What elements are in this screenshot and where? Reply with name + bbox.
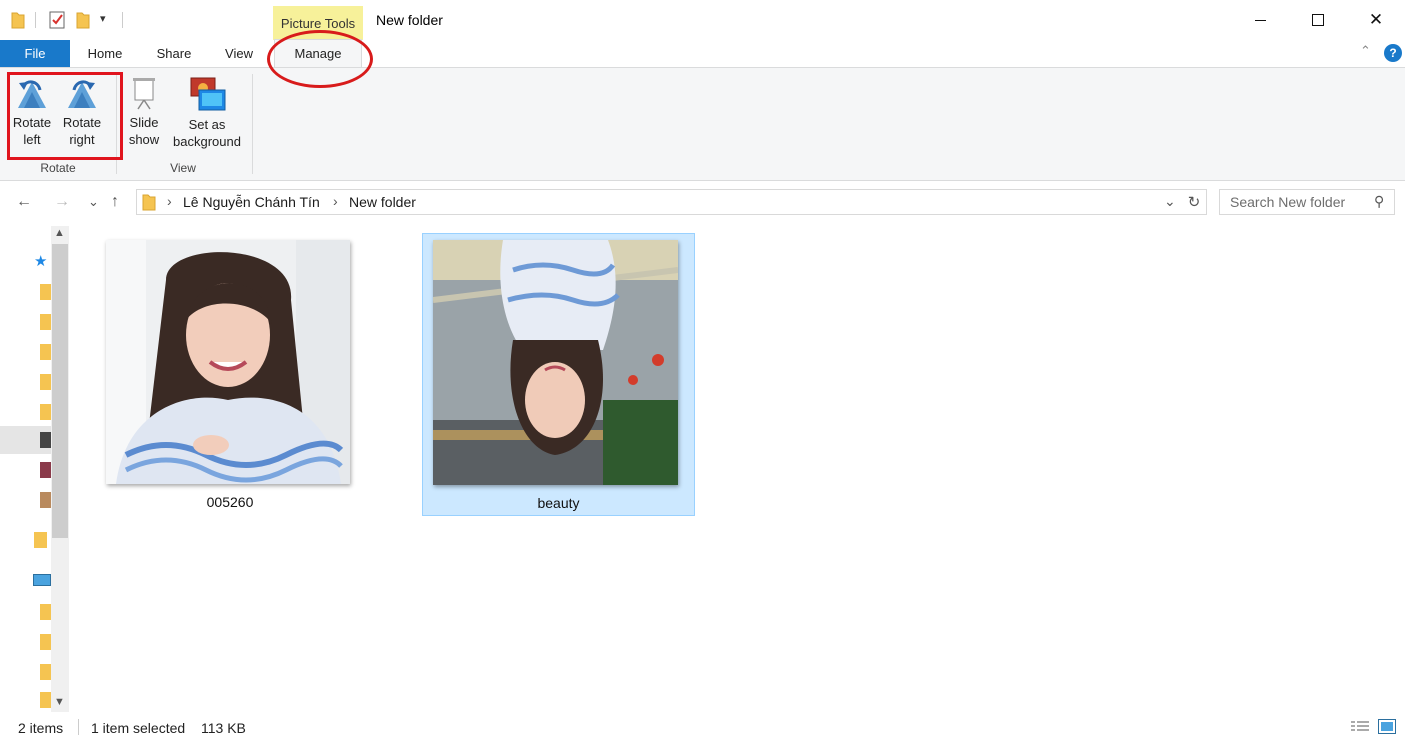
minimize-button[interactable] (1231, 0, 1289, 40)
photo-thumbnail (106, 240, 350, 484)
title-bar: ▾ Picture Tools New folder ✕ (0, 0, 1405, 40)
set-as-background-button[interactable]: Set as background (168, 76, 246, 150)
window-title: New folder (376, 12, 443, 28)
status-divider (78, 719, 79, 735)
qa-divider (35, 12, 36, 28)
slide-show-label: Slide show (128, 115, 160, 147)
qa-dropdown-icon[interactable]: ▾ (100, 12, 106, 25)
slide-show-icon (133, 78, 155, 110)
tab-view[interactable]: View (216, 40, 262, 67)
back-icon[interactable]: ← (16, 193, 32, 211)
collapse-ribbon-icon[interactable]: ⌃ (1360, 43, 1371, 59)
maximize-icon (1312, 14, 1324, 26)
view-group-label: View (170, 161, 196, 175)
file-name: beauty (537, 495, 580, 511)
minimize-icon (1254, 19, 1266, 21)
quick-access-icon[interactable]: ★ (34, 252, 47, 270)
nav-scrollbar-thumb[interactable] (52, 244, 68, 538)
this-pc-icon[interactable] (33, 574, 51, 586)
folder-icon[interactable] (34, 532, 47, 548)
details-view-icon[interactable] (1351, 720, 1369, 734)
address-dropdown-icon[interactable]: ⌄ (1164, 193, 1176, 210)
file-item[interactable]: 005260 (104, 236, 356, 516)
slide-show-button[interactable]: Slide show (122, 76, 166, 148)
highlight-rotate-buttons (7, 72, 123, 160)
address-bar[interactable]: › Lê Nguyễn Chánh Tín › New folder ⌄ (136, 189, 1183, 215)
search-icon[interactable]: ⚲ (1374, 193, 1384, 210)
rotate-group-label: Rotate (40, 161, 76, 175)
refresh-icon: ↻ (1187, 194, 1201, 211)
status-bar: 2 items 1 item selected 113 KB (0, 712, 1405, 742)
refresh-button[interactable]: ↻ (1182, 189, 1207, 215)
item-count: 2 items (18, 720, 64, 736)
tab-home[interactable]: Home (78, 40, 132, 67)
search-input[interactable] (1228, 193, 1372, 211)
ribbon-manage-panel: Rotate left Rotate right Rotate Slide sh… (0, 68, 1405, 181)
ribbon-tab-bar: File Home Share View Manage ⌃ ? (0, 39, 1405, 68)
forward-icon[interactable]: → (54, 193, 70, 211)
recent-locations-icon[interactable]: ⌄ (88, 194, 99, 210)
up-icon[interactable]: ↑ (111, 193, 119, 211)
tab-share[interactable]: Share (148, 40, 200, 67)
breadcrumb-separator[interactable]: › (167, 193, 172, 209)
close-icon: ✕ (1368, 10, 1384, 29)
scroll-down-icon[interactable]: ▼ (54, 696, 65, 708)
photo-thumbnail (433, 240, 678, 485)
selection-size: 113 KB (201, 720, 246, 736)
group-separator (252, 74, 253, 174)
close-button[interactable]: ✕ (1347, 0, 1405, 40)
properties-icon[interactable] (49, 11, 67, 32)
maximize-button[interactable] (1289, 0, 1347, 40)
file-item-selected[interactable]: beauty (422, 233, 695, 516)
help-icon[interactable]: ? (1384, 44, 1402, 62)
new-folder-icon[interactable] (76, 11, 90, 32)
picture-tools-label: Picture Tools (280, 16, 356, 31)
scroll-up-icon[interactable]: ▲ (54, 227, 65, 239)
search-box[interactable]: ⚲ (1219, 189, 1395, 215)
folder-icon (142, 193, 156, 214)
file-name: 005260 (206, 494, 254, 510)
selection-count: 1 item selected (91, 720, 186, 736)
highlight-manage-tab (267, 30, 373, 88)
tab-file[interactable]: File (0, 40, 70, 67)
set-background-label: Set as background (173, 117, 241, 149)
breadcrumb-item-user[interactable]: Lê Nguyễn Chánh Tín (183, 194, 320, 210)
set-background-icon (190, 77, 226, 111)
breadcrumb-separator[interactable]: › (333, 193, 338, 209)
large-icons-view-icon[interactable] (1378, 719, 1396, 734)
breadcrumb-item-new-folder[interactable]: New folder (349, 194, 416, 210)
folder-icon[interactable] (11, 11, 25, 32)
qa-divider (122, 12, 123, 28)
